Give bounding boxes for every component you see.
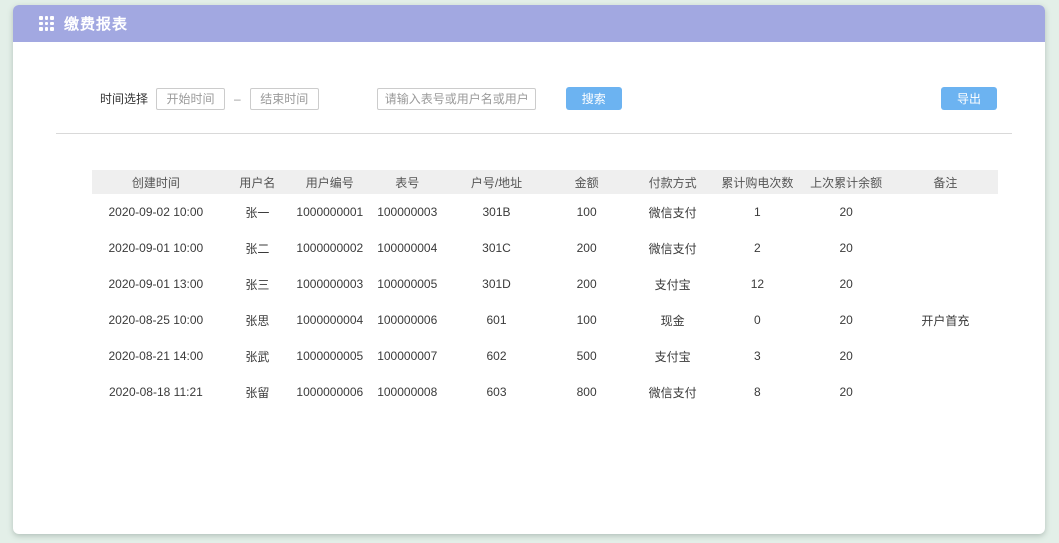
table-cell: 12: [715, 266, 799, 302]
table-cell: 20: [800, 302, 893, 338]
date-range-dash: –: [234, 92, 241, 106]
table-cell: 支付宝: [630, 338, 715, 374]
table-cell: 2: [715, 230, 799, 266]
table-cell: 20: [800, 194, 893, 230]
table-cell: 603: [450, 374, 543, 410]
column-header: 累计购电次数: [715, 170, 799, 194]
table-cell: 100000007: [365, 338, 450, 374]
table-cell: 100000003: [365, 194, 450, 230]
time-select-label: 时间选择: [100, 90, 148, 107]
table-cell: 1000000004: [295, 302, 365, 338]
table-cell: 20: [800, 338, 893, 374]
table-row: 2020-08-21 14:00张武1000000005100000007602…: [92, 338, 998, 374]
column-header: 用户编号: [295, 170, 365, 194]
table-cell: 支付宝: [630, 266, 715, 302]
table-cell: [893, 230, 998, 266]
table-cell: 1000000001: [295, 194, 365, 230]
table-cell: 301D: [450, 266, 543, 302]
start-time-input[interactable]: [156, 88, 225, 110]
table-cell: 现金: [630, 302, 715, 338]
table-row: 2020-09-01 10:00张二1000000002100000004301…: [92, 230, 998, 266]
table-cell: 20: [800, 230, 893, 266]
table-row: 2020-08-25 10:00张思1000000004100000006601…: [92, 302, 998, 338]
table-cell: [893, 266, 998, 302]
table-cell: [893, 338, 998, 374]
table-body: 2020-09-02 10:00张一1000000001100000003301…: [92, 194, 998, 410]
filter-divider: [56, 133, 1012, 134]
column-header: 金额: [543, 170, 630, 194]
table-cell: 张二: [220, 230, 295, 266]
table-cell: 100: [543, 194, 630, 230]
title-bar: 缴费报表: [13, 5, 1045, 42]
column-header: 创建时间: [92, 170, 220, 194]
table-cell: 200: [543, 230, 630, 266]
table-cell: 1000000003: [295, 266, 365, 302]
column-header: 用户名: [220, 170, 295, 194]
table-cell: 100000005: [365, 266, 450, 302]
grid-menu-icon: [39, 16, 54, 31]
table-cell: 张武: [220, 338, 295, 374]
export-button[interactable]: 导出: [941, 87, 997, 110]
table-cell: 20: [800, 266, 893, 302]
table-cell: 500: [543, 338, 630, 374]
report-table: 创建时间用户名用户编号表号户号/地址金额付款方式累计购电次数上次累计余额备注 2…: [92, 170, 998, 410]
table-cell: 2020-09-02 10:00: [92, 194, 220, 230]
table-row: 2020-09-02 10:00张一1000000001100000003301…: [92, 194, 998, 230]
table-cell: 8: [715, 374, 799, 410]
report-card: 缴费报表 时间选择 – 搜索 导出 创建时间用户名用户编号表号户号/地址金额付款…: [13, 5, 1045, 534]
table-cell: 100000004: [365, 230, 450, 266]
table-cell: 1: [715, 194, 799, 230]
table-cell: [893, 194, 998, 230]
table-cell: 2020-08-25 10:00: [92, 302, 220, 338]
page-title: 缴费报表: [64, 13, 128, 34]
table-cell: 301B: [450, 194, 543, 230]
filter-bar: 时间选择 – 搜索 导出: [13, 42, 1045, 110]
table-cell: 2020-09-01 13:00: [92, 266, 220, 302]
table-cell: 20: [800, 374, 893, 410]
column-header: 户号/地址: [450, 170, 543, 194]
table-cell: 1000000006: [295, 374, 365, 410]
table-cell: 601: [450, 302, 543, 338]
table-cell: 100000006: [365, 302, 450, 338]
table-cell: 2020-08-21 14:00: [92, 338, 220, 374]
table-cell: 0: [715, 302, 799, 338]
column-header: 付款方式: [630, 170, 715, 194]
column-header: 备注: [893, 170, 998, 194]
table-cell: 张一: [220, 194, 295, 230]
table-cell: 微信支付: [630, 230, 715, 266]
table-cell: 2020-09-01 10:00: [92, 230, 220, 266]
column-header: 表号: [365, 170, 450, 194]
table-cell: 100000008: [365, 374, 450, 410]
column-header: 上次累计余额: [800, 170, 893, 194]
table-cell: 200: [543, 266, 630, 302]
report-table-container: 创建时间用户名用户编号表号户号/地址金额付款方式累计购电次数上次累计余额备注 2…: [92, 170, 998, 410]
end-time-input[interactable]: [250, 88, 319, 110]
table-row: 2020-09-01 13:00张三1000000003100000005301…: [92, 266, 998, 302]
table-cell: 100: [543, 302, 630, 338]
table-cell: 602: [450, 338, 543, 374]
table-header-row: 创建时间用户名用户编号表号户号/地址金额付款方式累计购电次数上次累计余额备注: [92, 170, 998, 194]
table-cell: 微信支付: [630, 374, 715, 410]
table-cell: 1000000002: [295, 230, 365, 266]
table-cell: 张留: [220, 374, 295, 410]
table-cell: 微信支付: [630, 194, 715, 230]
table-cell: 开户首充: [893, 302, 998, 338]
search-input[interactable]: [377, 88, 536, 110]
search-button[interactable]: 搜索: [566, 87, 622, 110]
table-cell: [893, 374, 998, 410]
table-row: 2020-08-18 11:21张留1000000006100000008603…: [92, 374, 998, 410]
table-cell: 2020-08-18 11:21: [92, 374, 220, 410]
table-cell: 3: [715, 338, 799, 374]
table-cell: 301C: [450, 230, 543, 266]
table-cell: 张三: [220, 266, 295, 302]
table-cell: 1000000005: [295, 338, 365, 374]
table-cell: 800: [543, 374, 630, 410]
table-cell: 张思: [220, 302, 295, 338]
